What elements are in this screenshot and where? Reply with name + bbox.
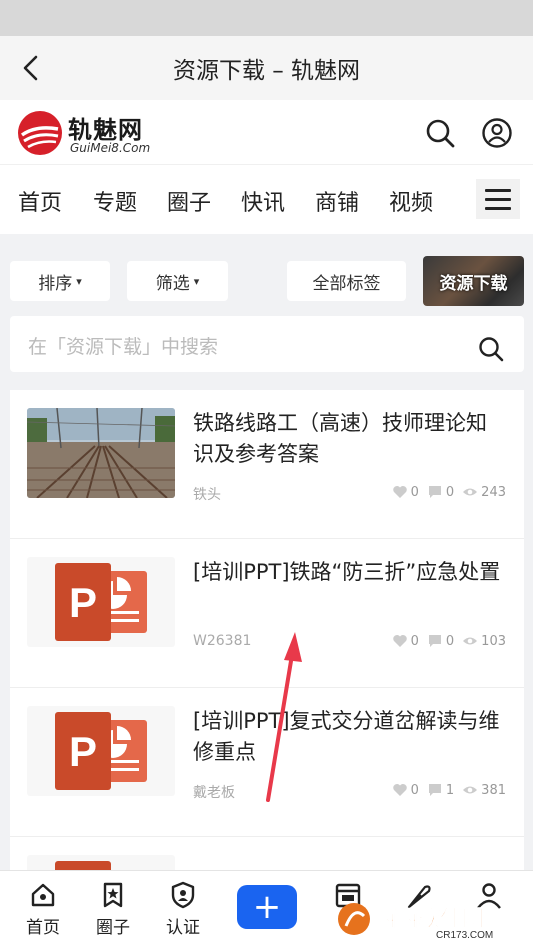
tab-circle-label: 圈子 xyxy=(96,918,130,938)
sort-dropdown[interactable]: 排序 ▾ xyxy=(10,261,110,301)
bookmark-star-icon xyxy=(103,882,123,908)
plus-icon: + xyxy=(252,887,282,927)
tab-verify-label: 认证 xyxy=(166,918,200,938)
search-placeholder: 在「资源下载」中搜索 xyxy=(28,336,219,358)
heart-icon[interactable] xyxy=(392,484,408,500)
powerpoint-icon: P xyxy=(55,563,147,641)
search-icon[interactable] xyxy=(425,118,455,148)
view-count: 243 xyxy=(481,484,506,500)
heart-icon[interactable] xyxy=(392,633,408,649)
comment-icon[interactable] xyxy=(427,484,443,500)
watermark-logo: 西西软件园 CR173.COM xyxy=(338,903,493,940)
eye-icon xyxy=(463,488,478,496)
status-bar xyxy=(0,0,533,36)
nav-item-circle[interactable]: 圈子 xyxy=(167,185,211,217)
comment-icon[interactable] xyxy=(427,782,443,798)
tab-home-label: 首页 xyxy=(26,918,60,938)
site-header: 轨魅网 GuiMei8.Com xyxy=(0,100,533,164)
comment-count: 0 xyxy=(445,633,455,649)
back-icon[interactable] xyxy=(18,54,46,82)
powerpoint-icon: P xyxy=(55,712,147,790)
tab-home[interactable]: 首页 xyxy=(13,881,73,938)
ppt-thumbnail: P xyxy=(27,557,175,647)
like-count: 0 xyxy=(410,782,419,798)
comment-count: 1 xyxy=(445,782,455,798)
powerpoint-icon xyxy=(55,861,111,870)
nav-item-videos[interactable]: 视频 xyxy=(389,185,433,217)
title-bar: 资源下载 – 轨魅网 xyxy=(0,36,533,100)
item-stats: 0 0 103 xyxy=(392,633,506,649)
item-author[interactable]: W26381 xyxy=(193,633,251,649)
download-label: 资源下载 xyxy=(439,273,508,294)
all-tags-label: 全部标签 xyxy=(312,273,381,294)
ppt-thumbnail: P xyxy=(27,706,175,796)
tab-verify[interactable]: 认证 xyxy=(153,881,213,938)
tab-circle[interactable]: 圈子 xyxy=(83,881,143,938)
nav-item-news[interactable]: 快讯 xyxy=(241,185,285,217)
railway-thumbnail xyxy=(27,408,175,498)
nav-item-topics[interactable]: 专题 xyxy=(93,185,137,217)
sort-label: 排序 xyxy=(38,273,73,294)
list-item[interactable]: 铁路线路工（高速）技师理论知识及参考答案 铁头 0 0 243 xyxy=(10,390,524,539)
all-tags-button[interactable]: 全部标签 xyxy=(287,261,406,301)
svg-text:西西软件园: 西西软件园 xyxy=(374,906,484,932)
user-icon[interactable] xyxy=(482,118,512,148)
view-count: 103 xyxy=(481,633,506,649)
chevron-down-icon: ▾ xyxy=(76,274,82,288)
item-stats: 0 0 243 xyxy=(392,484,506,500)
eye-icon xyxy=(463,637,478,645)
item-stats: 0 1 381 xyxy=(392,782,506,798)
resource-download-banner[interactable]: 资源下载 xyxy=(423,256,524,306)
comment-icon[interactable] xyxy=(427,633,443,649)
logo-domain: GuiMei8.Com xyxy=(70,141,151,155)
item-title[interactable]: [培训PPT]铁路“防三折”应急处置 xyxy=(193,557,503,588)
nav-item-shops[interactable]: 商铺 xyxy=(315,185,359,217)
svg-text:CR173.COM: CR173.COM xyxy=(436,930,493,940)
page-title: 资源下载 – 轨魅网 xyxy=(172,58,361,84)
filter-label: 筛选 xyxy=(155,273,190,294)
nav-item-home[interactable]: 首页 xyxy=(18,185,62,217)
item-author[interactable]: 戴老板 xyxy=(193,782,235,802)
logo-mark-icon xyxy=(18,111,62,155)
like-count: 0 xyxy=(410,633,419,649)
item-title[interactable]: [培训PPT]复式交分道岔解读与维修重点 xyxy=(193,706,503,768)
list-item[interactable] xyxy=(10,837,524,870)
svg-text:P: P xyxy=(69,728,97,775)
comment-count: 0 xyxy=(445,484,455,500)
list-item[interactable]: P [培训PPT]铁路“防三折”应急处置 W26381 0 0 103 xyxy=(10,539,524,688)
list-item[interactable]: P [培训PPT]复式交分道岔解读与维修重点 戴老板 0 1 381 xyxy=(10,688,524,837)
category-nav: 首页 专题 圈子 快讯 商铺 视频 xyxy=(0,164,533,234)
like-count: 0 xyxy=(410,484,419,500)
chevron-down-icon: ▾ xyxy=(193,274,200,288)
shield-icon xyxy=(171,881,195,909)
search-icon[interactable] xyxy=(478,336,504,362)
eye-icon xyxy=(463,786,478,794)
site-logo[interactable]: 轨魅网 GuiMei8.Com xyxy=(16,108,166,158)
resource-list: 铁路线路工（高速）技师理论知识及参考答案 铁头 0 0 243 P [培训PPT… xyxy=(10,390,524,870)
publish-button[interactable]: + xyxy=(237,885,297,929)
heart-icon[interactable] xyxy=(392,782,408,798)
svg-text:P: P xyxy=(69,579,97,626)
filter-dropdown[interactable]: 筛选 ▾ xyxy=(127,261,228,301)
home-icon xyxy=(31,883,55,907)
ppt-thumbnail xyxy=(27,855,175,870)
search-bar[interactable]: 在「资源下载」中搜索 xyxy=(10,316,524,372)
menu-button[interactable] xyxy=(476,179,520,219)
item-author[interactable]: 铁头 xyxy=(193,484,221,504)
railway-photo-icon xyxy=(27,408,175,498)
view-count: 381 xyxy=(481,782,506,798)
logo-name: 轨魅网 xyxy=(68,116,143,144)
item-title[interactable]: 铁路线路工（高速）技师理论知识及参考答案 xyxy=(193,408,503,470)
menu-icon xyxy=(485,188,511,192)
